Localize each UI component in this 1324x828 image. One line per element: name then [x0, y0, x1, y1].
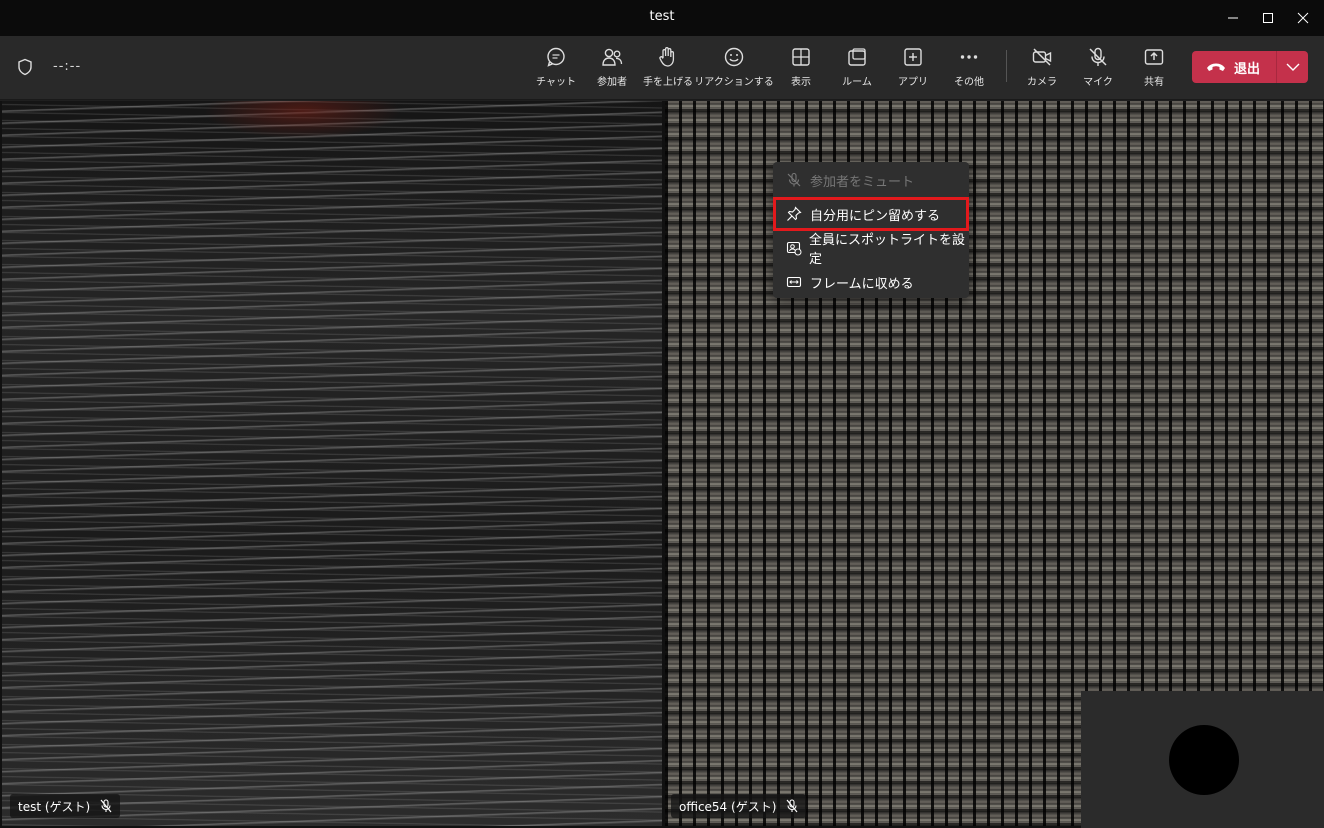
spotlight-icon — [785, 239, 802, 257]
participant-name: test (ゲスト) — [18, 799, 91, 814]
chevron-down-icon — [1286, 63, 1299, 71]
participants-label: 参加者 — [597, 77, 627, 88]
rooms-icon — [848, 48, 866, 66]
fit-frame-icon — [785, 273, 803, 291]
reaction-button[interactable]: リアクションする — [694, 46, 774, 92]
rooms-button[interactable]: ルーム — [829, 46, 885, 92]
view-label: 表示 — [791, 77, 811, 88]
more-icon — [960, 55, 978, 59]
reaction-icon — [724, 47, 744, 67]
participant-context-menu: 参加者をミュート 自分用にピン留めする 全員にスポットライトを設定 フレームに収… — [773, 162, 969, 298]
menu-item-label: フレームに収める — [810, 276, 914, 292]
menu-item-spotlight-everyone[interactable]: 全員にスポットライトを設定 — [773, 231, 969, 267]
view-button[interactable]: 表示 — [773, 46, 829, 92]
camera-off-icon — [1032, 48, 1052, 66]
camera-label: カメラ — [1027, 77, 1057, 88]
view-icon — [792, 48, 810, 66]
apps-button[interactable]: アプリ — [885, 46, 941, 92]
mic-off-icon — [785, 171, 803, 189]
apps-label: アプリ — [898, 77, 928, 88]
participant-video-tile[interactable]: test (ゲスト) — [2, 101, 662, 826]
participants-button[interactable]: 参加者 — [584, 46, 640, 92]
title-bar: test — [0, 0, 1324, 36]
leave-button-group: 退出 — [1192, 51, 1308, 83]
reaction-label: リアクションする — [694, 77, 774, 88]
shield-icon[interactable] — [16, 58, 34, 76]
minimize-icon — [1228, 17, 1238, 19]
menu-item-fit-to-frame[interactable]: フレームに収める — [773, 265, 969, 299]
share-icon — [1144, 49, 1164, 65]
menu-item-label: 参加者をミュート — [810, 174, 915, 190]
raise-hand-icon — [659, 47, 675, 67]
raise-hand-button[interactable]: 手を上げる — [640, 46, 696, 92]
chat-button[interactable]: チャット — [528, 46, 584, 92]
participant-name-tag: test (ゲスト) — [10, 794, 121, 818]
mic-off-icon — [100, 799, 112, 813]
chat-label: チャット — [536, 77, 576, 88]
mic-off-icon — [786, 799, 798, 813]
window-title: test — [649, 9, 675, 24]
leave-button[interactable]: 退出 — [1192, 51, 1276, 83]
more-button[interactable]: その他 — [941, 46, 997, 92]
rooms-label: ルーム — [842, 77, 872, 88]
participants-icon — [602, 48, 623, 66]
meeting-timer: --:-- — [53, 59, 82, 74]
apps-icon — [904, 48, 922, 66]
leave-options-button[interactable] — [1277, 51, 1308, 83]
avatar — [1169, 725, 1239, 795]
raise-hand-label: 手を上げる — [643, 77, 693, 88]
participant-name: office54 (ゲスト) — [679, 799, 777, 814]
menu-item-mute-participant: 参加者をミュート — [773, 163, 969, 197]
menu-item-pin-for-me[interactable]: 自分用にピン留めする — [773, 197, 969, 231]
share-button[interactable]: 共有 — [1126, 46, 1182, 92]
video-stage: test (ゲスト) office54 (ゲスト) — [0, 101, 1324, 828]
hang-up-icon — [1207, 63, 1225, 71]
self-view-tile[interactable] — [1081, 691, 1324, 828]
menu-item-label: 全員にスポットライトを設定 — [809, 233, 966, 267]
mic-label: マイク — [1083, 77, 1113, 88]
close-button[interactable] — [1280, 0, 1324, 36]
pin-icon — [785, 205, 803, 223]
mic-button[interactable]: マイク — [1070, 46, 1126, 92]
close-icon — [1297, 12, 1309, 24]
camera-button[interactable]: カメラ — [1014, 46, 1070, 92]
menu-item-label: 自分用にピン留めする — [810, 208, 941, 224]
meeting-toolbar: --:-- チャット 参加者 手を上げる リアクションする 表示 ルーム アプリ… — [0, 36, 1324, 100]
toolbar-divider — [1006, 50, 1007, 82]
share-label: 共有 — [1144, 77, 1164, 88]
maximize-icon — [1263, 13, 1273, 23]
more-label: その他 — [954, 77, 984, 88]
mic-off-icon — [1089, 47, 1107, 66]
leave-label: 退出 — [1234, 61, 1261, 77]
chat-icon — [547, 47, 565, 67]
participant-name-tag: office54 (ゲスト) — [671, 794, 807, 818]
